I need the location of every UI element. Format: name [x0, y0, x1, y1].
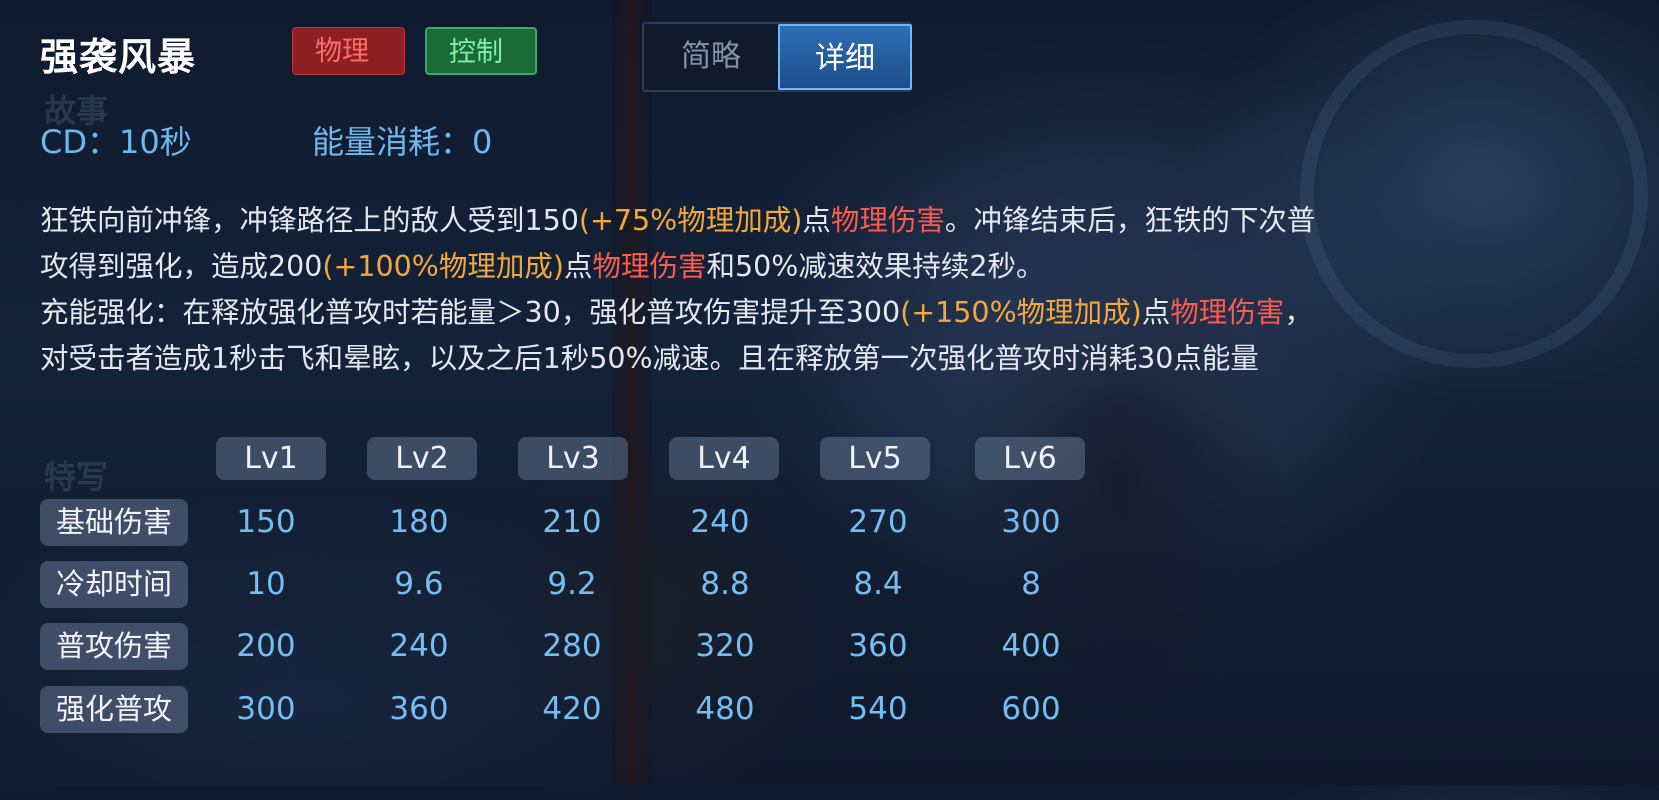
description-line-3: 充能强化：在释放强化普攻时若能量＞30，强化普攻伤害提升至300(+150%物理… [40, 290, 1630, 336]
desc-text: 。冲锋结束后，狂铁的下次普 [944, 204, 1316, 237]
desc-bonus: (+75%物理加成) [578, 204, 803, 237]
desc-bonus: (+150%物理加成) [900, 296, 1142, 329]
table-cell: 180 [389, 504, 449, 540]
row-label-cooldown: 冷却时间 [40, 561, 188, 608]
view-mode-toggle: 简略 详细 [642, 22, 912, 92]
table-cell: 360 [389, 691, 449, 727]
table-cell: 200 [236, 628, 296, 664]
skill-title: 强袭风暴 [40, 35, 197, 79]
table-cell: 480 [695, 691, 755, 727]
skill-description: 狂铁向前冲锋，冲锋路径上的敌人受到150(+75%物理加成)点物理伤害。冲锋结束… [40, 198, 1630, 382]
table-cell: 300 [1001, 504, 1061, 540]
desc-text: 点 [1141, 296, 1171, 329]
table-cell: 10 [246, 566, 286, 602]
level-header-4: Lv4 [669, 437, 779, 480]
level-header-6: Lv6 [975, 437, 1085, 480]
row-label-enhanced-attack: 强化普攻 [40, 686, 188, 733]
background-hero-silhouette [860, 90, 1380, 790]
table-cell: 360 [848, 628, 908, 664]
table-cell: 270 [848, 504, 908, 540]
energy-cost-text: 能量消耗：0 [312, 123, 493, 161]
desc-text: 对受击者造成1秒击飞和晕眩，以及之后1秒50%减速。且在释放第一次强化普攻时消耗… [40, 342, 1259, 375]
desc-text: 点 [802, 204, 831, 237]
tag-physical: 物理 [292, 27, 405, 75]
level-header-5: Lv5 [820, 437, 930, 480]
table-cell: 9.2 [547, 566, 597, 602]
level-header-2: Lv2 [367, 437, 477, 480]
table-cell: 420 [542, 691, 602, 727]
desc-text: 和50%减速效果持续2秒。 [706, 250, 1045, 283]
table-cell: 320 [695, 628, 755, 664]
row-label-basic-attack-damage: 普攻伤害 [40, 623, 188, 670]
description-line-4: 对受击者造成1秒击飞和晕眩，以及之后1秒50%减速。且在释放第一次强化普攻时消耗… [40, 336, 1630, 382]
table-cell: 400 [1001, 628, 1061, 664]
desc-text: 狂铁向前冲锋，冲锋路径上的敌人受到150 [40, 204, 579, 237]
tag-control: 控制 [425, 27, 537, 75]
table-cell: 600 [1001, 691, 1061, 727]
detail-view-button[interactable]: 详细 [778, 24, 912, 90]
desc-text: ， [1284, 296, 1313, 329]
table-cell: 280 [542, 628, 602, 664]
brief-view-button[interactable]: 简略 [644, 24, 778, 90]
cooldown-text: CD：10秒 [40, 123, 192, 161]
table-cell: 9.6 [394, 566, 444, 602]
level-header-1: Lv1 [216, 437, 326, 480]
table-cell: 540 [848, 691, 908, 727]
table-cell: 8 [1021, 566, 1041, 602]
table-cell: 300 [236, 691, 296, 727]
table-cell: 8.8 [700, 566, 750, 602]
desc-damage-type: 物理伤害 [830, 204, 945, 237]
desc-text: 充能强化：在释放强化普攻时若能量＞30，强化普攻伤害提升至300 [40, 296, 901, 329]
table-cell: 8.4 [853, 566, 903, 602]
row-label-base-damage: 基础伤害 [40, 499, 188, 546]
table-cell: 150 [236, 504, 296, 540]
desc-damage-type: 物理伤害 [592, 250, 707, 283]
desc-damage-type: 物理伤害 [1170, 296, 1285, 329]
desc-bonus: (+100%物理加成) [322, 250, 565, 283]
description-line-1: 狂铁向前冲锋，冲锋路径上的敌人受到150(+75%物理加成)点物理伤害。冲锋结束… [40, 198, 1630, 244]
desc-text: 攻得到强化，造成200 [40, 250, 323, 283]
description-line-2: 攻得到强化，造成200(+100%物理加成)点物理伤害和50%减速效果持续2秒。 [40, 244, 1630, 290]
level-header-3: Lv3 [518, 437, 628, 480]
table-cell: 240 [389, 628, 449, 664]
table-cell: 210 [542, 504, 602, 540]
background-ghost-label-closeup: 特写 [44, 458, 109, 496]
desc-text: 点 [564, 250, 593, 283]
table-cell: 240 [690, 504, 750, 540]
